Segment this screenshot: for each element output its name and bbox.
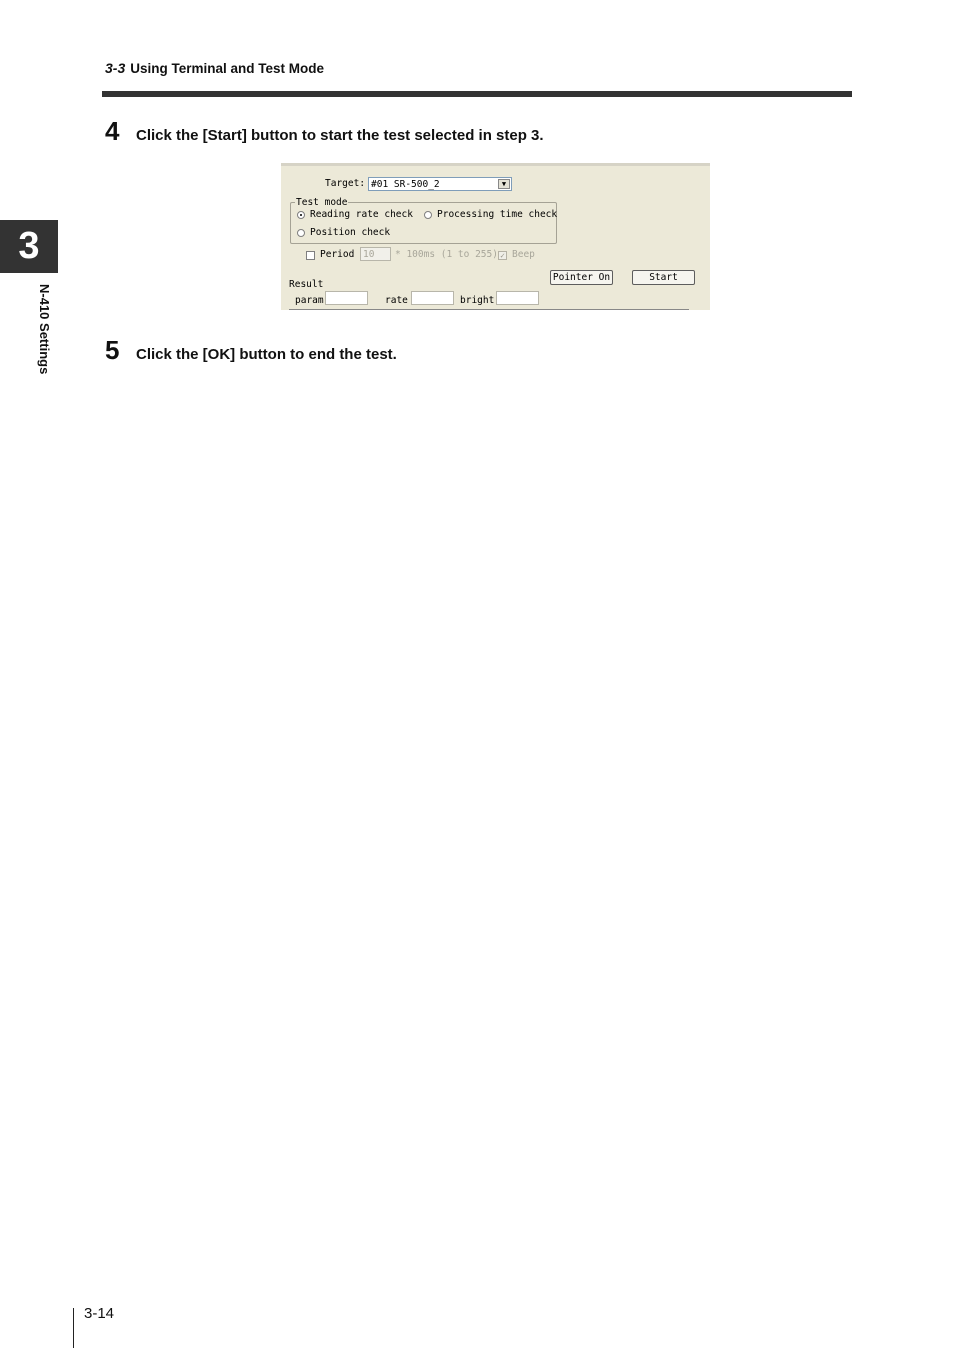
- section-title: Using Terminal and Test Mode: [130, 61, 325, 76]
- footer-rule: [73, 1308, 74, 1348]
- pointer-on-button[interactable]: Pointer On: [550, 270, 613, 285]
- chapter-side-label: N-410 Settings: [37, 284, 52, 375]
- step-5: 5 Click the [OK] button to end the test.: [105, 335, 397, 366]
- bright-field: [496, 291, 539, 305]
- step-text: Click the [OK] button to end the test.: [136, 346, 397, 363]
- page-number: 3-14: [84, 1305, 115, 1322]
- chevron-down-icon[interactable]: ▼: [498, 179, 510, 189]
- step-4: 4 Click the [Start] button to start the …: [105, 116, 544, 147]
- rate-label: rate: [385, 295, 408, 306]
- target-select[interactable]: #01 SR-500_2 ▼: [368, 177, 512, 191]
- result-label: Result: [289, 279, 324, 290]
- target-label: Target:: [325, 178, 366, 189]
- test-mode-dialog: Target: #01 SR-500_2 ▼ Test mode Reading…: [281, 163, 710, 310]
- test-mode-label: Test mode: [295, 197, 349, 208]
- dialog-bottom-border: [289, 309, 689, 310]
- reading-rate-label[interactable]: Reading rate check: [310, 209, 413, 220]
- period-label[interactable]: Period: [320, 249, 354, 260]
- start-button[interactable]: Start: [632, 270, 695, 285]
- step-number: 4: [105, 116, 120, 146]
- target-value: #01 SR-500_2: [371, 179, 440, 190]
- param-label: param: [295, 295, 324, 306]
- reading-rate-radio[interactable]: [297, 211, 305, 219]
- rate-field: [411, 291, 454, 305]
- header-rule: [102, 91, 852, 97]
- position-check-label[interactable]: Position check: [310, 227, 390, 238]
- processing-time-label[interactable]: Processing time check: [437, 209, 557, 220]
- step-number: 5: [105, 335, 120, 365]
- period-input[interactable]: 10: [360, 247, 391, 261]
- step-text: Click the [Start] button to start the te…: [136, 127, 544, 144]
- section-number: 3-3: [105, 60, 126, 76]
- period-unit: * 100ms (1 to 255): [395, 249, 498, 260]
- beep-label[interactable]: Beep: [512, 249, 535, 260]
- period-value: 10: [363, 249, 375, 260]
- processing-time-radio[interactable]: [424, 211, 432, 219]
- running-header: 3-3 Using Terminal and Test Mode: [105, 60, 324, 76]
- beep-checkbox[interactable]: ✓: [498, 251, 507, 260]
- chapter-tab: 3: [0, 220, 58, 273]
- param-field: [325, 291, 368, 305]
- bright-label: bright: [460, 295, 495, 306]
- period-checkbox[interactable]: [306, 251, 315, 260]
- position-check-radio[interactable]: [297, 229, 305, 237]
